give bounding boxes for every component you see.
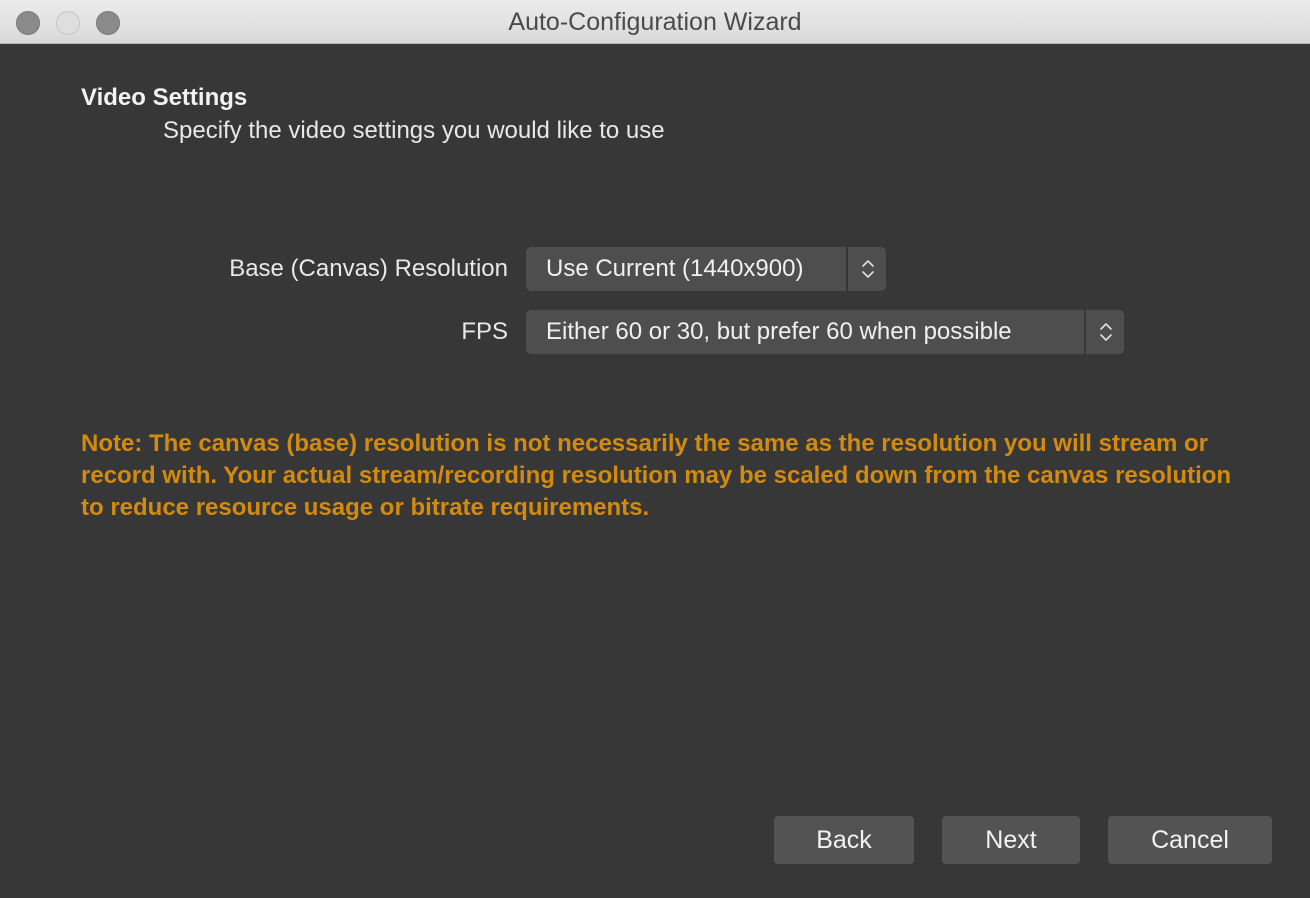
cancel-button[interactable]: Cancel xyxy=(1108,816,1272,864)
wizard-window: Auto-Configuration Wizard Video Settings… xyxy=(0,0,1310,898)
title-bar: Auto-Configuration Wizard xyxy=(0,0,1310,44)
chevron-up-down-icon xyxy=(846,247,886,291)
page-subheading: Specify the video settings you would lik… xyxy=(163,117,665,144)
chevron-up-down-icon xyxy=(1084,310,1124,354)
next-button[interactable]: Next xyxy=(942,816,1080,864)
resolution-select[interactable]: Use Current (1440x900) xyxy=(526,247,886,291)
resolution-select-value: Use Current (1440x900) xyxy=(546,255,804,282)
fps-label: FPS xyxy=(461,318,508,345)
fps-select-value: Either 60 or 30, but prefer 60 when poss… xyxy=(546,318,1012,345)
window-title: Auto-Configuration Wizard xyxy=(508,8,802,36)
back-button[interactable]: Back xyxy=(774,816,914,864)
page-heading: Video Settings xyxy=(81,84,248,111)
resolution-label: Base (Canvas) Resolution xyxy=(229,255,508,282)
fps-select[interactable]: Either 60 or 30, but prefer 60 when poss… xyxy=(526,310,1124,354)
canvas-resolution-note: Note: The canvas (base) resolution is no… xyxy=(81,430,1232,521)
